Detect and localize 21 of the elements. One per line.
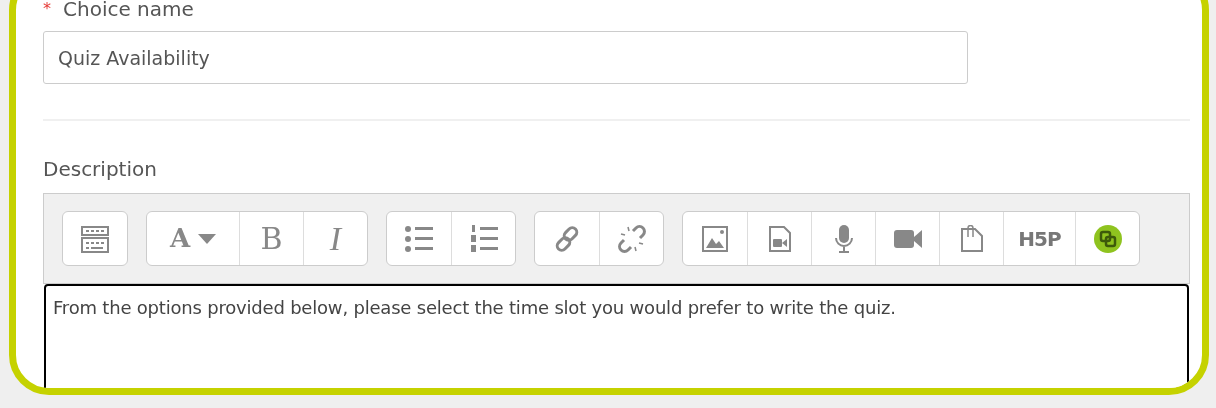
field-label: Description	[43, 159, 158, 179]
image-icon	[701, 224, 729, 253]
bold-button[interactable]: B	[239, 212, 303, 265]
attachment-file-icon	[958, 224, 985, 253]
required-icon: *	[43, 1, 51, 17]
caret-icon	[198, 233, 217, 244]
unlink-icon	[617, 224, 646, 253]
link-icon	[553, 224, 581, 253]
field-label: Choice name	[63, 0, 194, 19]
video-camera-icon	[892, 227, 923, 250]
text-editor[interactable]: From the options provided below, please select the time slot you would prefer to write the quiz.	[44, 284, 1189, 388]
video-file-icon	[767, 224, 792, 253]
input-field[interactable]: Quiz Availability	[43, 31, 968, 84]
h5p-button[interactable]: H5P	[1003, 212, 1075, 265]
bullet-list-icon	[404, 224, 434, 253]
numbered-list-icon	[468, 224, 499, 253]
toolbar-toggle-icon	[80, 223, 110, 254]
microphone-icon	[832, 223, 855, 254]
italic-button[interactable]: I	[303, 212, 367, 265]
plugin-icon	[1092, 223, 1123, 254]
font-button[interactable]: A	[147, 212, 239, 265]
